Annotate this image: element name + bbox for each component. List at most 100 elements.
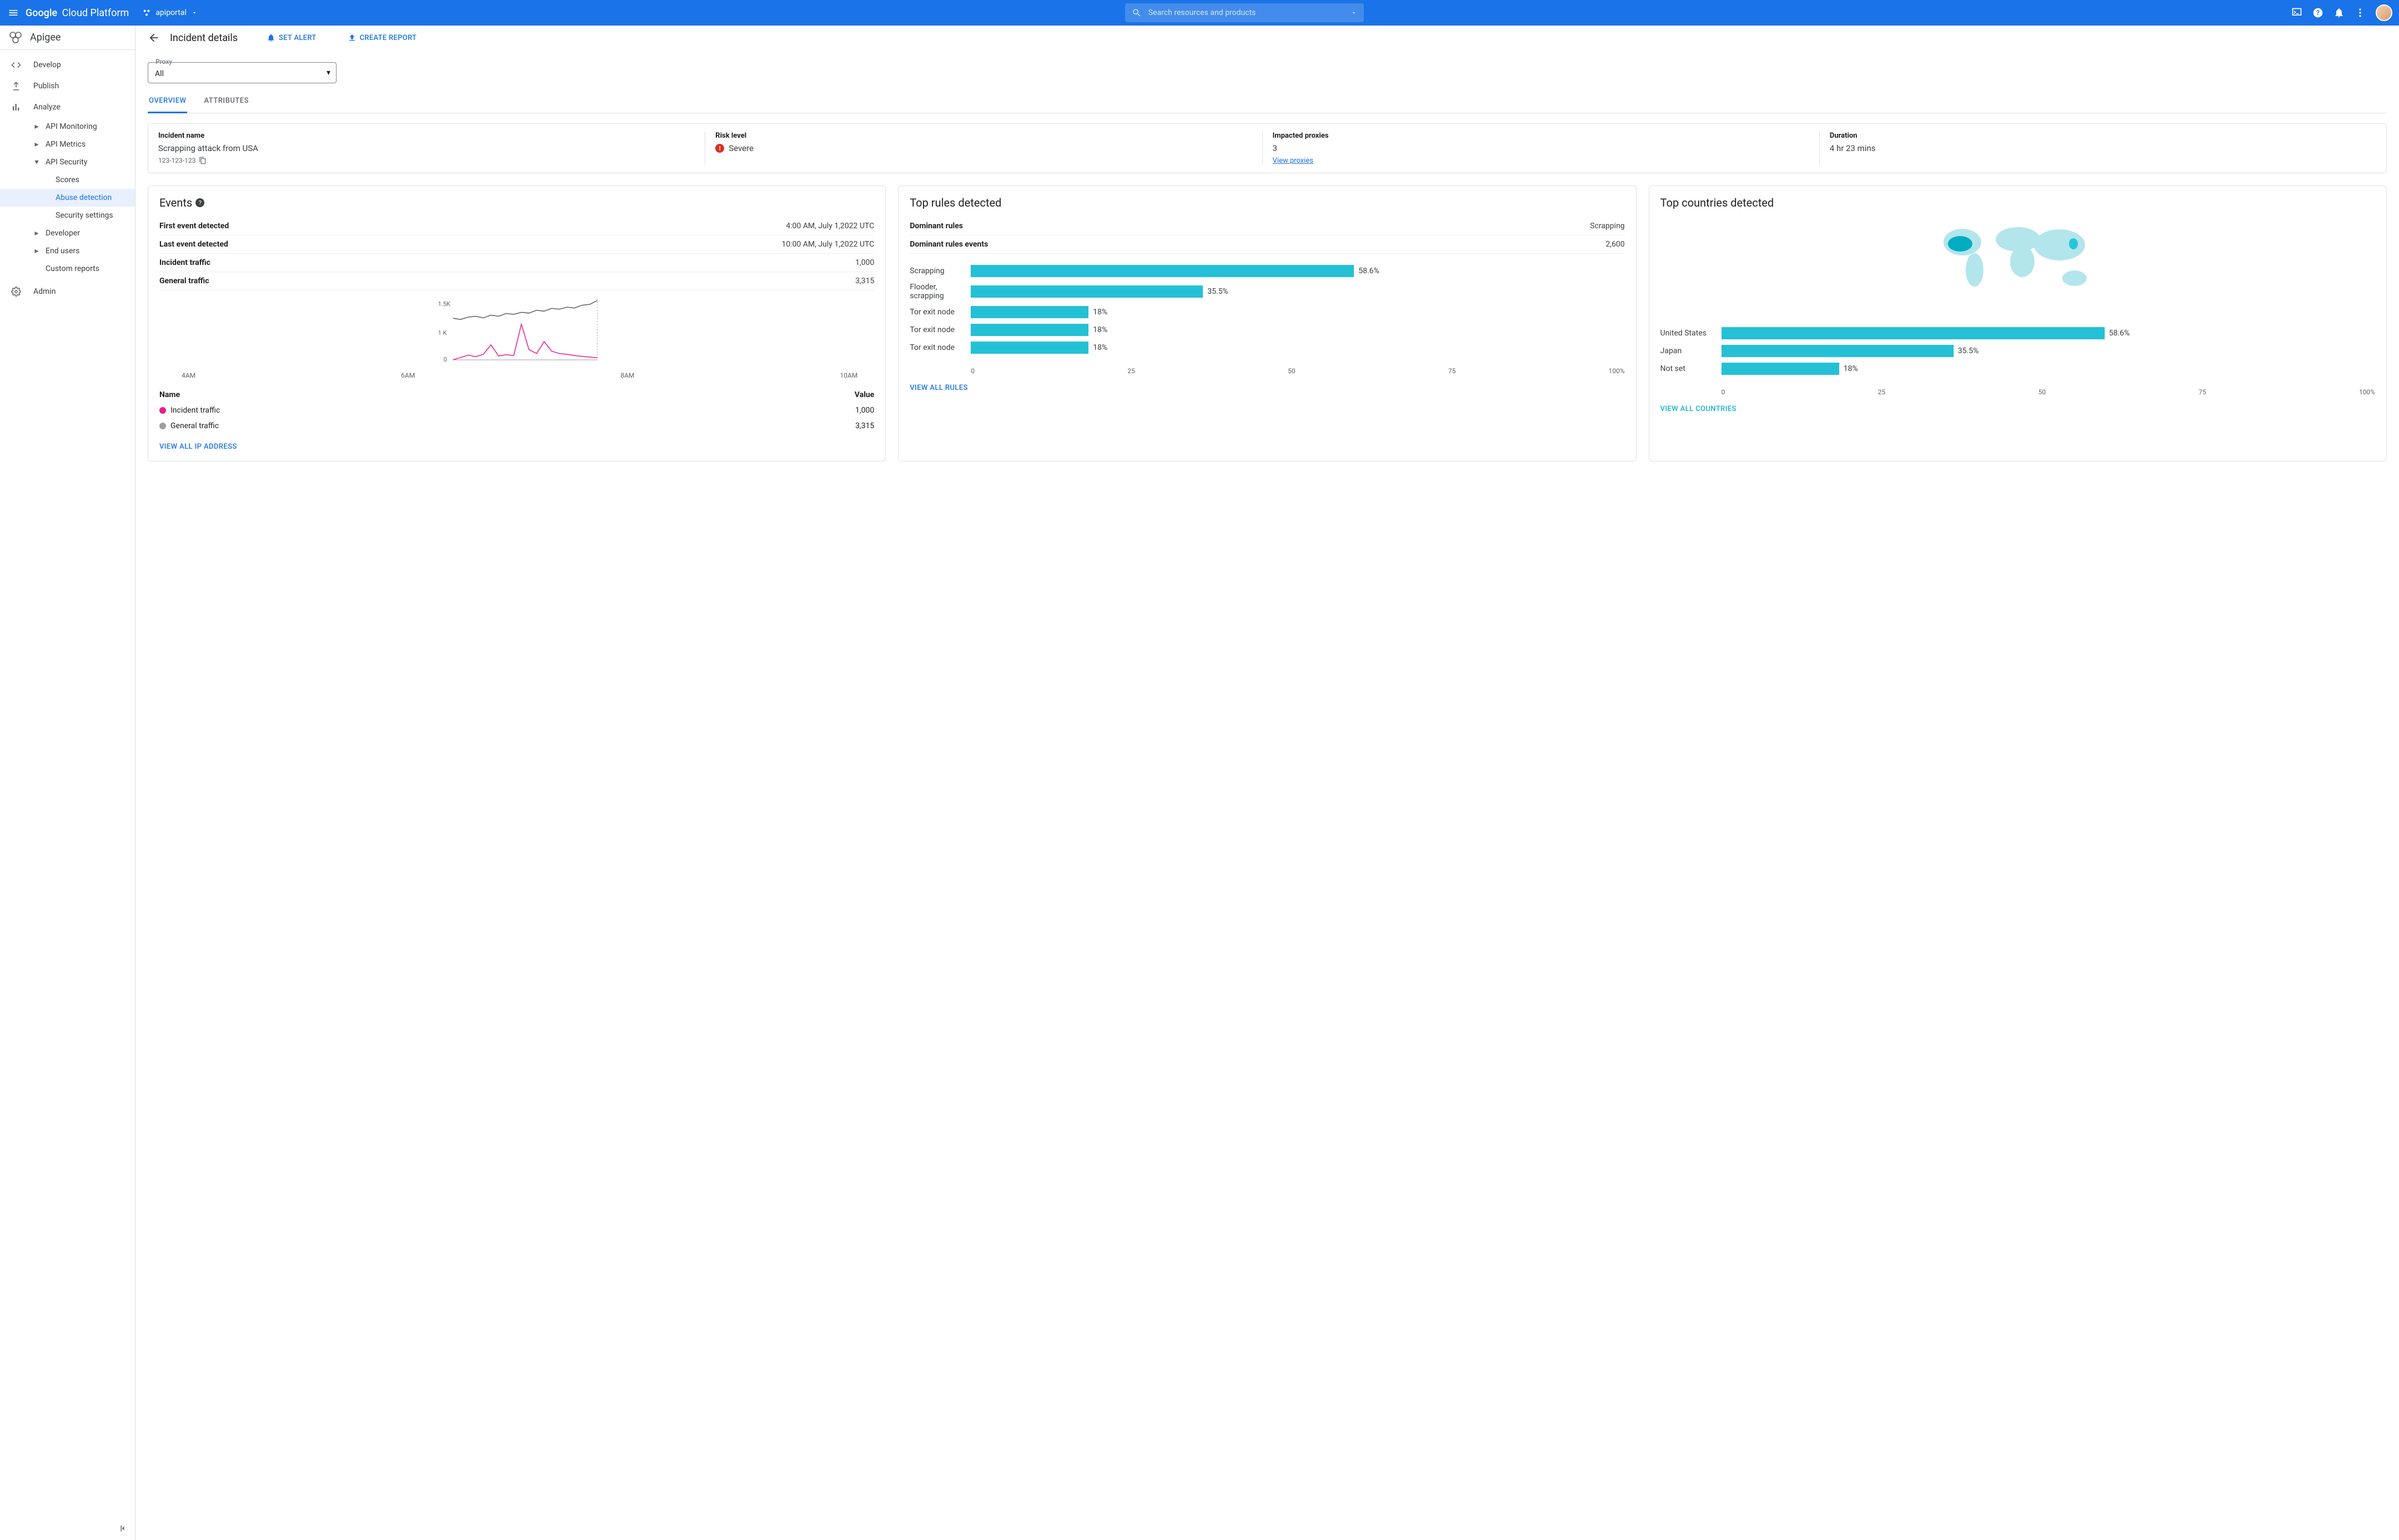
- view-all-ip-link[interactable]: VIEW ALL IP ADDRESS: [159, 443, 874, 451]
- countries-axis: 0255075100%: [1660, 388, 2375, 396]
- caret-right-icon: ▸: [33, 229, 40, 238]
- search-input[interactable]: [1148, 8, 1344, 17]
- events-legend: NameValue Incident traffic1,000General t…: [159, 387, 874, 434]
- bar-row: Flooder, scrapping35.5%: [910, 283, 1624, 300]
- set-alert-button[interactable]: SET ALERT: [267, 33, 317, 42]
- search-icon: [1132, 8, 1142, 18]
- summary-risk-level: Risk level !Severe: [705, 132, 1262, 165]
- view-all-rules-link[interactable]: VIEW ALL RULES: [910, 384, 1624, 392]
- summary-impacted-proxies: Impacted proxies 3 View proxies: [1263, 132, 1820, 165]
- bar-row: Scrapping58.6%: [910, 265, 1624, 277]
- upload-icon: [348, 33, 357, 42]
- countries-title: Top countries detected: [1660, 196, 2375, 209]
- bar-row: United States58.6%: [1660, 327, 2375, 339]
- global-search[interactable]: [1125, 3, 1364, 22]
- svg-text:?: ?: [2316, 9, 2320, 17]
- events-row: General traffic3,315: [159, 272, 874, 290]
- rules-axis: 0255075100%: [910, 367, 1624, 375]
- nav-scores[interactable]: Scores: [0, 171, 135, 189]
- nav-end-users[interactable]: ▸End users: [0, 242, 135, 260]
- events-row: Last event detected10:00 AM, July 1,2022…: [159, 235, 874, 254]
- detail-tabs: OVERVIEW ATTRIBUTES: [148, 93, 2387, 113]
- gear-icon: [11, 287, 21, 297]
- chevron-down-icon: [191, 9, 198, 16]
- nav-developer[interactable]: ▸Developer: [0, 224, 135, 242]
- incident-summary: Incident name Scrapping attack from USA …: [148, 123, 2387, 173]
- summary-incident-name: Incident name Scrapping attack from USA …: [158, 132, 705, 165]
- caret-right-icon: ▸: [33, 247, 40, 255]
- bar-row: Tor exit node18%: [910, 306, 1624, 318]
- side-nav: Develop Publish Analyze ▸API Monitoring …: [0, 50, 135, 1540]
- events-xaxis: 4AM 6AM 8AM 10AM: [159, 372, 874, 379]
- help-icon[interactable]: ?: [195, 198, 204, 207]
- copy-icon[interactable]: [199, 157, 207, 164]
- product-header: Apigee: [0, 26, 135, 50]
- create-report-button[interactable]: CREATE REPORT: [348, 33, 417, 42]
- gcp-top-bar: Google Cloud Platform apiportal ?: [0, 0, 2399, 26]
- nav-security-settings[interactable]: Security settings: [0, 207, 135, 224]
- publish-icon: [11, 81, 21, 91]
- events-row: Incident traffic1,000: [159, 254, 874, 272]
- brand-label: Google Cloud Platform: [26, 7, 129, 19]
- nav-api-monitoring[interactable]: ▸API Monitoring: [0, 118, 135, 136]
- nav-abuse-detection[interactable]: Abuse detection: [0, 189, 135, 207]
- page-title: Incident details: [170, 32, 238, 44]
- legend-row: Incident traffic1,000: [159, 403, 874, 418]
- tab-attributes[interactable]: ATTRIBUTES: [203, 93, 249, 113]
- nav-api-security[interactable]: ▾API Security: [0, 153, 135, 171]
- help-icon[interactable]: ?: [2312, 7, 2323, 18]
- cloud-shell-icon[interactable]: [2291, 7, 2302, 18]
- proxy-select[interactable]: Proxy All ▾: [148, 62, 337, 83]
- svg-text:0: 0: [444, 356, 447, 363]
- view-all-countries-link[interactable]: VIEW ALL COUNTRIES: [1660, 405, 2375, 413]
- nav-analyze[interactable]: Analyze: [0, 97, 135, 118]
- notifications-icon[interactable]: [2333, 7, 2345, 18]
- topbar-right: ?: [2291, 4, 2392, 21]
- legend-row: General traffic3,315: [159, 418, 874, 434]
- chevron-down-icon[interactable]: [1351, 9, 1357, 16]
- caret-down-icon: ▾: [33, 158, 40, 167]
- world-map: [1660, 217, 2375, 306]
- nav-custom-reports[interactable]: Custom reports: [0, 260, 135, 278]
- events-card: Events? First event detected4:00 AM, Jul…: [148, 185, 886, 462]
- page-header: Incident details SET ALERT CREATE REPORT: [135, 26, 2399, 50]
- code-icon: [11, 60, 21, 70]
- caret-right-icon: ▸: [33, 140, 40, 149]
- nav-publish[interactable]: Publish: [0, 76, 135, 97]
- proxy-value: All: [155, 69, 164, 78]
- project-picker[interactable]: apiportal: [142, 8, 197, 17]
- countries-bar-chart: United States58.6%Japan35.5%Not set18%: [1660, 322, 2375, 380]
- nav-api-metrics[interactable]: ▸API Metrics: [0, 136, 135, 153]
- svg-text:1 K: 1 K: [438, 329, 447, 337]
- events-title: Events?: [159, 196, 874, 209]
- user-avatar[interactable]: [2376, 4, 2392, 21]
- rules-title: Top rules detected: [910, 196, 1624, 209]
- view-proxies-link[interactable]: View proxies: [1273, 157, 1313, 165]
- hamburger-icon[interactable]: [7, 6, 20, 19]
- events-row: First event detected4:00 AM, July 1,2022…: [159, 217, 874, 235]
- nav-admin[interactable]: Admin: [0, 281, 135, 302]
- bar-row: Tor exit node18%: [910, 342, 1624, 354]
- project-icon: [142, 8, 151, 17]
- countries-card: Top countries detected Uni: [1649, 185, 2387, 462]
- nav-develop[interactable]: Develop: [0, 54, 135, 76]
- rules-row: Dominant rules events2,600: [910, 235, 1624, 254]
- back-button[interactable]: [148, 32, 160, 44]
- bar-row: Tor exit node18%: [910, 324, 1624, 336]
- rules-bar-chart: Scrapping58.6% Flooder, scrapping35.5% Tor…: [910, 259, 1624, 359]
- summary-duration: Duration 4 hr 23 mins: [1820, 132, 2376, 165]
- collapse-sidebar-icon[interactable]: [118, 1523, 128, 1533]
- events-line-chart: 1.5K 1 K 0: [159, 296, 874, 368]
- more-vert-icon[interactable]: [2355, 7, 2366, 18]
- rules-card: Top rules detected Dominant rulesScrappi…: [898, 185, 1636, 462]
- left-sidebar: Apigee Develop Publish Analyze ▸API Moni…: [0, 26, 135, 1540]
- tab-overview[interactable]: OVERVIEW: [148, 93, 187, 113]
- rules-row: Dominant rulesScrapping: [910, 217, 1624, 235]
- bar-row: Japan35.5%: [1660, 345, 2375, 357]
- caret-right-icon: ▸: [33, 122, 40, 131]
- svg-text:1.5K: 1.5K: [438, 300, 450, 308]
- apigee-logo-icon: [9, 31, 22, 44]
- chevron-down-icon: ▾: [327, 68, 330, 77]
- bell-icon: [267, 33, 275, 42]
- main-content: Incident details SET ALERT CREATE REPORT…: [135, 26, 2399, 1540]
